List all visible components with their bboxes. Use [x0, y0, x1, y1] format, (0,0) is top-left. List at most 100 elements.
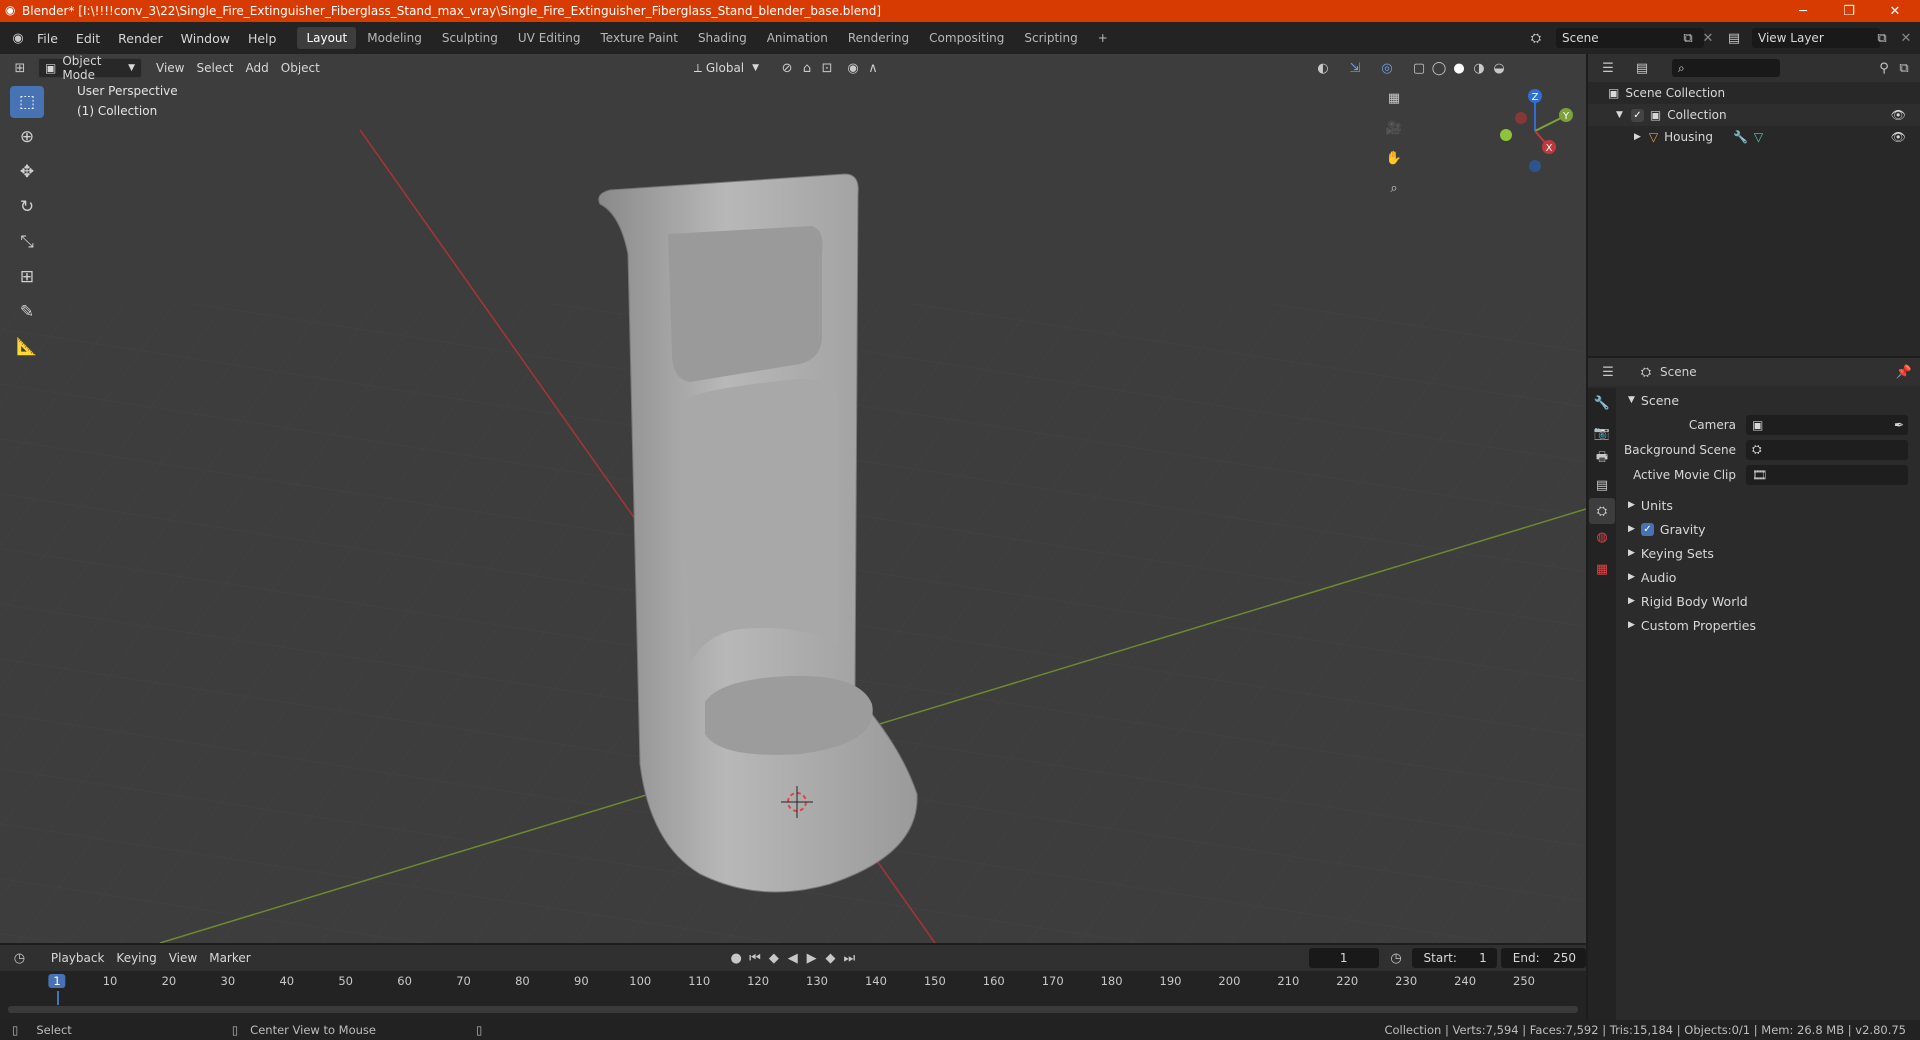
- new-scene-icon[interactable]: ⧉: [1678, 28, 1698, 48]
- record-icon[interactable]: ●: [727, 948, 746, 968]
- menu-file[interactable]: File: [28, 31, 67, 46]
- menu-help[interactable]: Help: [239, 31, 286, 46]
- end-frame-field[interactable]: End: 250: [1500, 948, 1587, 968]
- overlay-icon[interactable]: ◎: [1377, 58, 1397, 78]
- minimize-button[interactable]: ─: [1780, 0, 1826, 22]
- zoom-icon[interactable]: ⌕: [1384, 178, 1404, 198]
- outliner-search-input[interactable]: ⌕: [1672, 59, 1780, 77]
- next-keyframe-icon[interactable]: ◆: [821, 948, 840, 968]
- menu-window[interactable]: Window: [172, 31, 239, 46]
- mode-dropdown[interactable]: ▣ Object Mode ▼: [38, 54, 142, 82]
- view-layer-tab-icon[interactable]: ▤: [1589, 472, 1615, 498]
- play-reverse-icon[interactable]: ◀: [783, 948, 802, 968]
- texture-tab-icon[interactable]: ▦: [1589, 556, 1615, 582]
- transform-orientation-dropdown[interactable]: ⟂ Global ▼: [688, 58, 765, 78]
- move-tool-icon[interactable]: ✥: [10, 156, 44, 188]
- camera-field[interactable]: ▣ ✒: [1746, 414, 1908, 435]
- outliner-row-scene-collection[interactable]: ▣ Scene Collection: [1588, 82, 1920, 104]
- tab-rendering[interactable]: Rendering: [839, 27, 918, 49]
- tab-uv-editing[interactable]: UV Editing: [509, 27, 590, 49]
- material-shading-icon[interactable]: ◑: [1469, 58, 1489, 78]
- measure-tool-icon[interactable]: 📐: [10, 331, 44, 363]
- eye-icon[interactable]: 👁: [1891, 108, 1906, 122]
- render-tab-icon[interactable]: 📷: [1589, 420, 1615, 446]
- movie-clip-field[interactable]: 🎞: [1746, 464, 1908, 485]
- wireframe-shading-icon[interactable]: ◯: [1429, 58, 1449, 78]
- tab-compositing[interactable]: Compositing: [920, 27, 1013, 49]
- tab-animation[interactable]: Animation: [758, 27, 837, 49]
- playhead[interactable]: [57, 991, 59, 1005]
- blender-menu-icon[interactable]: ◉: [8, 28, 28, 48]
- scene-tab-icon[interactable]: ⛭: [1589, 498, 1615, 524]
- scene-panel-header[interactable]: ▼ Scene: [1622, 388, 1918, 412]
- outliner-row-housing[interactable]: ▶ ▽ Housing 🔧 ▽ 👁: [1588, 126, 1920, 148]
- prev-keyframe-icon[interactable]: ◆: [764, 948, 783, 968]
- timeline-scrollbar[interactable]: [8, 1006, 1578, 1013]
- expand-arrow-icon[interactable]: ▼: [1616, 110, 1623, 120]
- background-scene-field[interactable]: ⛭: [1746, 439, 1908, 460]
- viewport-canvas[interactable]: [0, 54, 1586, 943]
- outliner-row-collection[interactable]: ▼ ✓ ▣ Collection 👁: [1588, 104, 1920, 126]
- pivot-icon[interactable]: ⊘: [777, 58, 797, 78]
- gravity-checkbox[interactable]: ✓: [1640, 522, 1654, 536]
- current-frame-field[interactable]: 1: [1308, 948, 1379, 968]
- tab-sculpting[interactable]: Sculpting: [433, 27, 507, 49]
- filter-icon[interactable]: ⚲: [1874, 58, 1894, 78]
- navigation-gizmo[interactable]: Z Y X: [1490, 86, 1580, 176]
- tab-texture-paint[interactable]: Texture Paint: [592, 27, 687, 49]
- exclude-checkbox[interactable]: ✓: [1630, 108, 1644, 122]
- solid-shading-icon[interactable]: ●: [1449, 58, 1469, 78]
- display-mode-icon[interactable]: ▤: [1632, 58, 1652, 78]
- falloff-icon[interactable]: ∧: [863, 58, 883, 78]
- timeline-editor-icon[interactable]: ◷: [10, 948, 29, 968]
- pin-icon[interactable]: 📌: [1894, 362, 1914, 382]
- visibility-icon[interactable]: ◐: [1313, 58, 1333, 78]
- view-layer-icon[interactable]: ▤: [1724, 28, 1744, 48]
- close-button[interactable]: ✕: [1872, 0, 1918, 22]
- menu-render[interactable]: Render: [109, 31, 172, 46]
- frame-ruler[interactable]: 1 10 20 30 40 50 60 70 80 90 100 110 120 130 140 150 160…: [0, 971, 1586, 1005]
- tab-scripting[interactable]: Scripting: [1015, 27, 1086, 49]
- timeline-menu-view[interactable]: View: [163, 948, 203, 968]
- new-view-layer-icon[interactable]: ⧉: [1872, 28, 1892, 48]
- gravity-panel[interactable]: ▶ ✓ Gravity: [1622, 517, 1918, 541]
- snap-icon[interactable]: ⌂: [797, 58, 817, 78]
- tab-layout[interactable]: Layout: [297, 27, 357, 49]
- viewport-menu-object[interactable]: Object: [275, 58, 326, 78]
- select-box-tool-icon[interactable]: ⬚: [10, 86, 44, 118]
- clock-icon[interactable]: ◷: [1387, 948, 1406, 968]
- eye-icon[interactable]: 👁: [1891, 130, 1906, 144]
- add-workspace-icon[interactable]: +: [1089, 27, 1117, 49]
- viewport-menu-select[interactable]: Select: [190, 58, 239, 78]
- camera-view-icon[interactable]: 🎥: [1384, 118, 1404, 138]
- transform-tool-icon[interactable]: ⊞: [10, 261, 44, 293]
- delete-view-layer-icon[interactable]: ✕: [1896, 28, 1916, 48]
- rendered-shading-icon[interactable]: ◒: [1489, 58, 1509, 78]
- editor-type-icon[interactable]: ⊞: [10, 58, 30, 78]
- xray-icon[interactable]: ▢: [1409, 58, 1429, 78]
- viewport-menu-add[interactable]: Add: [240, 58, 275, 78]
- snap-target-icon[interactable]: ⊡: [817, 58, 837, 78]
- pan-hand-icon[interactable]: ✋: [1384, 148, 1404, 168]
- keying-sets-panel[interactable]: ▶ Keying Sets: [1622, 541, 1918, 565]
- new-collection-icon[interactable]: ⧉: [1894, 58, 1914, 78]
- play-icon[interactable]: ▶: [802, 948, 821, 968]
- rotate-tool-icon[interactable]: ↻: [10, 191, 44, 223]
- properties-editor-icon[interactable]: ☰: [1598, 362, 1618, 382]
- world-tab-icon[interactable]: ◍: [1589, 524, 1615, 550]
- timeline-menu-playback[interactable]: Playback: [45, 948, 111, 968]
- custom-properties-panel[interactable]: ▶ Custom Properties: [1622, 613, 1918, 637]
- ortho-toggle-icon[interactable]: ▦: [1384, 88, 1404, 108]
- tab-modeling[interactable]: Modeling: [358, 27, 431, 49]
- restore-button[interactable]: ❐: [1826, 0, 1872, 22]
- cursor-tool-icon[interactable]: ⊕: [10, 121, 44, 153]
- audio-panel[interactable]: ▶ Audio: [1622, 565, 1918, 589]
- annotate-tool-icon[interactable]: ✎: [10, 296, 44, 328]
- eyedropper-icon[interactable]: ✒: [1894, 418, 1904, 432]
- 3d-viewport[interactable]: ⊞ ▣ Object Mode ▼ View Select Add Object…: [0, 54, 1586, 943]
- gizmo-icon[interactable]: ⇲: [1345, 58, 1365, 78]
- scale-tool-icon[interactable]: ⤡: [10, 226, 44, 258]
- delete-scene-icon[interactable]: ✕: [1698, 28, 1718, 48]
- viewport-menu-view[interactable]: View: [150, 58, 190, 78]
- proportional-edit-icon[interactable]: ◉: [843, 58, 863, 78]
